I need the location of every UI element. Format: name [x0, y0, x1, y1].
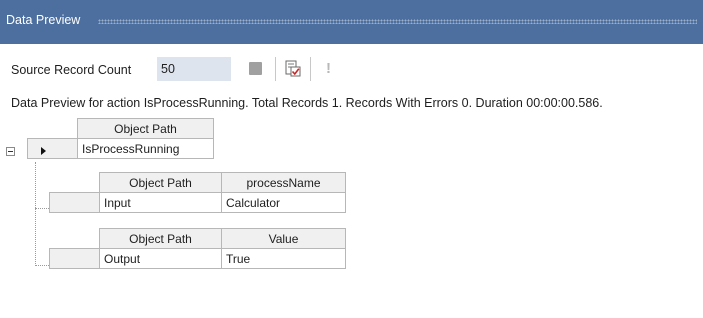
output-grid: Object Path Value Output True: [49, 228, 346, 269]
object-path-cell[interactable]: Input: [99, 192, 222, 213]
status-text: Data Preview for action IsProcessRunning…: [11, 96, 603, 110]
object-path-cell[interactable]: Output: [99, 248, 222, 269]
panel-title: Data Preview: [6, 13, 81, 27]
exclamation-icon: !: [326, 60, 331, 77]
toolbar: Source Record Count !: [0, 44, 703, 92]
object-path-cell[interactable]: IsProcessRunning: [77, 138, 214, 159]
toolbar-separator: [275, 57, 276, 81]
row-selector[interactable]: [27, 138, 78, 159]
value-cell[interactable]: True: [221, 248, 346, 269]
column-header-processname[interactable]: processName: [221, 172, 346, 193]
processname-cell[interactable]: Calculator: [221, 192, 346, 213]
tree-connector: [35, 265, 49, 266]
root-grid: Object Path IsProcessRunning: [27, 118, 214, 159]
tree-connector: [35, 162, 36, 266]
table-row[interactable]: Output True: [49, 248, 346, 269]
grid-corner: [50, 173, 100, 193]
grid-corner: [28, 119, 78, 139]
input-grid: Object Path processName Input Calculator: [49, 172, 346, 213]
row-selector[interactable]: [49, 248, 100, 269]
column-header-value[interactable]: Value: [221, 228, 346, 249]
source-record-count-label: Source Record Count: [11, 63, 132, 77]
preview-document-button[interactable]: [283, 59, 303, 79]
table-row[interactable]: IsProcessRunning: [27, 138, 214, 159]
grid-corner: [50, 229, 100, 249]
collapse-toggle-icon[interactable]: [6, 147, 15, 156]
table-row[interactable]: Input Calculator: [49, 192, 346, 213]
stop-icon: [249, 62, 262, 75]
panel-titlebar: Data Preview: [0, 0, 703, 44]
tree-connector: [35, 208, 49, 209]
exclamation-button[interactable]: !: [320, 59, 340, 79]
column-header-object-path[interactable]: Object Path: [99, 228, 222, 249]
row-selector[interactable]: [49, 192, 100, 213]
document-check-icon: [285, 60, 301, 77]
titlebar-grip[interactable]: [98, 19, 697, 24]
current-row-arrow-icon: [41, 147, 46, 155]
toolbar-separator: [310, 57, 311, 81]
column-header-object-path[interactable]: Object Path: [77, 118, 214, 139]
source-record-count-input[interactable]: [157, 57, 231, 81]
column-header-object-path[interactable]: Object Path: [99, 172, 222, 193]
stop-button[interactable]: [246, 59, 266, 79]
